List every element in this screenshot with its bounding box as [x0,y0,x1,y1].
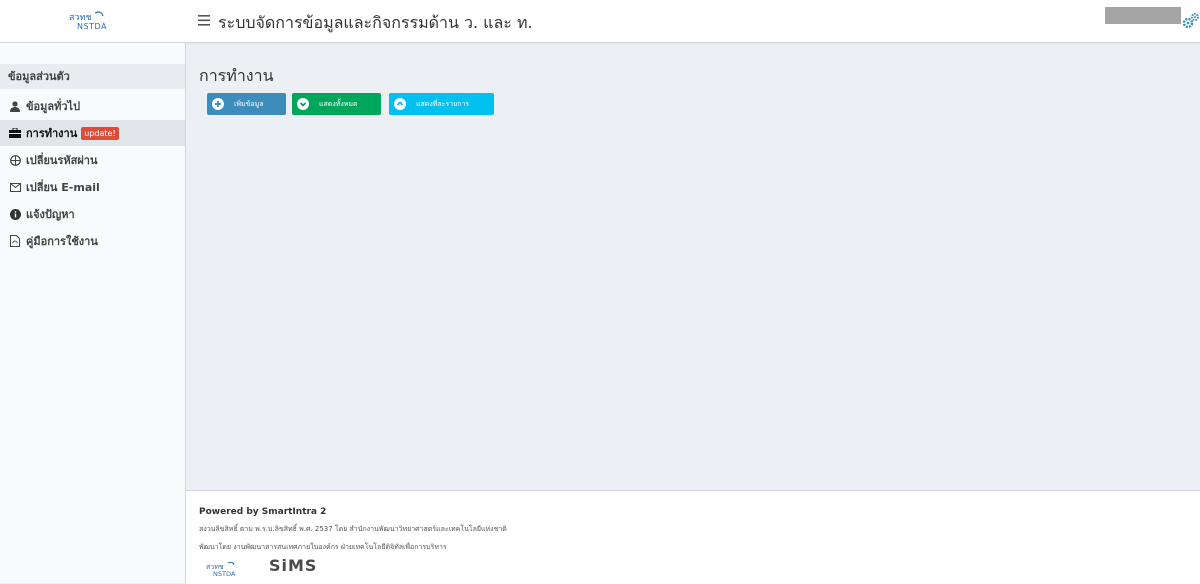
sidebar-item-manual[interactable]: คู่มือการใช้งาน [0,228,185,254]
sidebar-item-report-problem[interactable]: แจ้งปัญหา [0,201,185,227]
page-title: การทำงาน [199,66,274,85]
show-one-by-one-button[interactable]: แสดงที่ละรายการ [389,93,494,115]
sidebar: ข้อมูลส่วนตัว ข้อมูลทั่วไป การทำงาน upda… [0,43,186,583]
chevron-up-circle-icon [394,98,406,110]
show-all-button[interactable]: แสดงทั้งหมด [292,93,381,115]
sidebar-item-label: ข้อมูลทั่วไป [26,100,81,113]
button-label: แสดงที่ละรายการ [416,99,470,108]
powered-by-text: Powered by SmartIntra 2 [199,507,327,517]
briefcase-icon [8,126,22,140]
sidebar-item-label: แจ้งปัญหา [26,208,75,221]
sims-logo: SiMS [269,556,318,575]
developer-text: พัฒนาโดย งานพัฒนาสารสนเทศภายในองค์กร ฝ่า… [199,543,447,551]
top-header: สวทช NSTDA ระบบจัดการข้อมูลและกิจกรรมด้า… [0,0,1200,43]
envelope-icon [8,180,22,194]
button-label: แสดงทั้งหมด [319,99,358,108]
svg-text:NSTDA: NSTDA [213,570,236,577]
sidebar-item-label: เปลี่ยน E-mail [26,181,100,194]
svg-text:NSTDA: NSTDA [77,22,107,31]
copyright-text: สงวนลิขสิทธิ์ ตาม พ.ร.บ.ลิขสิทธิ์ พ.ศ. 2… [199,525,507,533]
sidebar-item-label: การทำงาน [26,127,78,140]
sidebar-item-label: คู่มือการใช้งาน [26,235,98,248]
user-menu[interactable] [1105,7,1181,24]
pdf-file-icon [8,234,22,248]
hamburger-icon[interactable] [196,11,212,29]
sidebar-item-change-email[interactable]: เปลี่ยน E-mail [0,174,185,200]
button-label: เพิ่มข้อมูล [234,99,264,108]
globe-lock-icon [8,153,22,167]
sidebar-item-label: เปลี่ยนรหัสผ่าน [26,154,98,167]
sidebar-item-work[interactable]: การทำงาน update! [0,120,185,146]
plus-circle-icon [212,98,224,110]
user-icon [8,99,22,113]
sidebar-item-change-password[interactable]: เปลี่ยนรหัสผ่าน [0,147,185,173]
app-title: ระบบจัดการข้อมูลและกิจกรรมด้าน ว. และ ท. [218,13,533,32]
nstda-footer-logo: สวทช NSTDA [206,561,250,578]
nstda-logo[interactable]: สวทช NSTDA [0,0,185,42]
update-badge: update! [81,126,119,140]
gears-icon[interactable] [1182,12,1200,30]
sidebar-item-general-info[interactable]: ข้อมูลทั่วไป [0,93,185,119]
footer: Powered by SmartIntra 2 สงวนลิขสิทธิ์ ตา… [186,490,1200,584]
sidebar-header: ข้อมูลส่วนตัว [0,64,185,89]
info-circle-icon [8,207,22,221]
add-data-button[interactable]: เพิ่มข้อมูล [207,93,286,115]
chevron-down-circle-icon [297,98,309,110]
